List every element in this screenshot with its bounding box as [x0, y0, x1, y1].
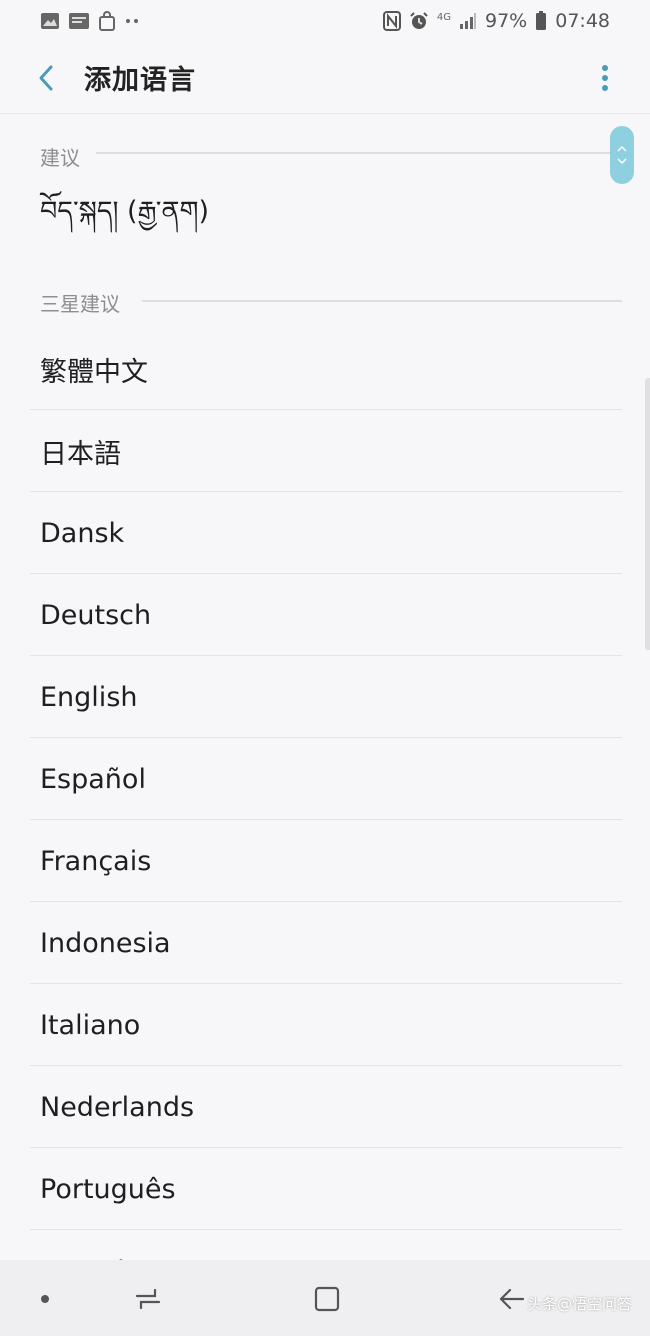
back-nav-button[interactable] — [490, 1282, 532, 1316]
clock: 07:48 — [555, 10, 610, 32]
list-item-tibetan[interactable]: བོད་སྐད། (རྒྱ་ནག) — [0, 180, 650, 258]
back-arrow-icon — [499, 1288, 525, 1310]
section-label: 建议 — [40, 146, 80, 170]
list-item[interactable]: Indonesia — [0, 902, 650, 984]
battery-icon — [535, 11, 547, 31]
list-item[interactable]: Deutsch — [0, 574, 650, 656]
more-dots-icon — [124, 17, 142, 25]
edge-panel-handle[interactable] — [645, 378, 650, 650]
section-divider — [96, 152, 622, 154]
chevron-up-icon — [617, 145, 627, 152]
signal-icon — [459, 12, 477, 30]
chevron-down-icon — [617, 158, 627, 165]
section-label: 三星建议 — [40, 292, 120, 316]
list-item[interactable]: 日本語 — [0, 410, 650, 492]
alarm-icon — [409, 11, 429, 31]
recents-icon — [135, 1288, 161, 1310]
list-item[interactable]: Italiano — [0, 984, 650, 1066]
battery-percent: 97% — [485, 10, 528, 32]
gallery-icon — [40, 12, 60, 30]
list-item[interactable]: English — [0, 656, 650, 738]
home-button[interactable] — [306, 1282, 348, 1316]
network-type: 4G — [436, 11, 451, 23]
photo-icon — [68, 12, 90, 30]
more-vert-icon — [602, 65, 608, 91]
page-title: 添加语言 — [84, 65, 196, 96]
list-item[interactable]: Español — [0, 738, 650, 820]
dot-icon — [41, 1295, 49, 1303]
nav-dot-button[interactable] — [36, 1290, 54, 1308]
list-item[interactable]: Français — [0, 820, 650, 902]
status-bar: 4G 97% 07:48 — [0, 0, 650, 42]
app-bar: 添加语言 — [0, 42, 650, 114]
list-item[interactable]: Dansk — [0, 492, 650, 574]
language-list[interactable]: 建议 བོད་སྐད། (རྒྱ་ནག) 三星建议 繁體中文 日本語 Dansk… — [0, 114, 650, 1260]
status-right-icons: 4G 97% 07:48 — [382, 10, 610, 32]
bag-icon — [98, 11, 116, 31]
section-divider — [142, 300, 622, 302]
list-item[interactable]: Suomi — [0, 1230, 650, 1261]
nfc-icon — [382, 11, 401, 31]
back-button[interactable] — [26, 58, 66, 98]
list-item[interactable]: 繁體中文 — [0, 328, 650, 410]
list-item[interactable]: Português — [0, 1148, 650, 1230]
list-item[interactable]: Nederlands — [0, 1066, 650, 1148]
section-header-suggested: 建议 — [0, 114, 650, 180]
watermark: 头条@悟空问答 — [526, 1295, 632, 1313]
status-left-icons — [40, 11, 142, 31]
recents-button[interactable] — [128, 1282, 168, 1316]
section-header-samsung: 三星建议 — [0, 258, 650, 328]
chevron-left-icon — [39, 65, 53, 90]
more-options-button[interactable] — [590, 60, 620, 96]
home-icon — [314, 1286, 340, 1312]
fast-scroll-handle[interactable] — [610, 126, 634, 184]
